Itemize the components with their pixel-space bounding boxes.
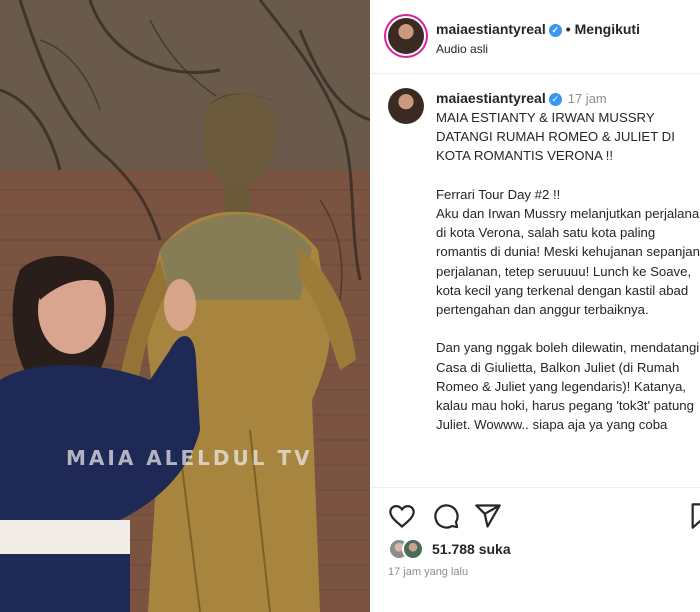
separator-dot: • [565,21,571,37]
post-photo [0,0,370,612]
verified-icon: ✓ [548,93,562,106]
post-media[interactable]: MAIA ALELDUL TV [0,0,370,612]
post-side-panel: maiaestiantyreal ✓ • Mengikuti Audio asli m… [370,0,700,612]
author-line: maiaestiantyreal ✓ • Mengikuti [436,21,640,37]
caption-username[interactable]: maiaestiantyreal [436,90,546,106]
video-watermark: MAIA ALELDUL TV [66,446,313,470]
comment-icon[interactable] [432,502,460,530]
following-button[interactable]: Mengikuti [575,21,640,37]
liker-avatar[interactable] [402,538,424,560]
caption-time[interactable]: 17 jam [568,91,607,106]
heart-icon[interactable] [388,502,416,530]
author-username[interactable]: maiaestiantyreal [436,21,546,37]
caption-header: maiaestiantyreal ✓ 17 jam [436,90,607,108]
verified-icon: ✓ [548,24,562,37]
audio-label[interactable]: Audio asli [436,42,488,56]
caption-avatar[interactable] [388,88,424,124]
post-header: maiaestiantyreal ✓ • Mengikuti Audio asli [370,0,700,74]
share-icon[interactable] [474,502,502,530]
author-avatar[interactable] [388,18,424,54]
save-icon[interactable] [688,502,700,530]
post-time-ago: 17 jam yang lalu [388,566,469,578]
post-actions: 51.788 suka 17 jam yang lalu [370,487,700,612]
likes-count[interactable]: 51.788 suka [432,541,511,557]
caption-text: MAIA ESTIANTY & IRWAN MUSSRY DATANGI RUM… [436,110,700,433]
